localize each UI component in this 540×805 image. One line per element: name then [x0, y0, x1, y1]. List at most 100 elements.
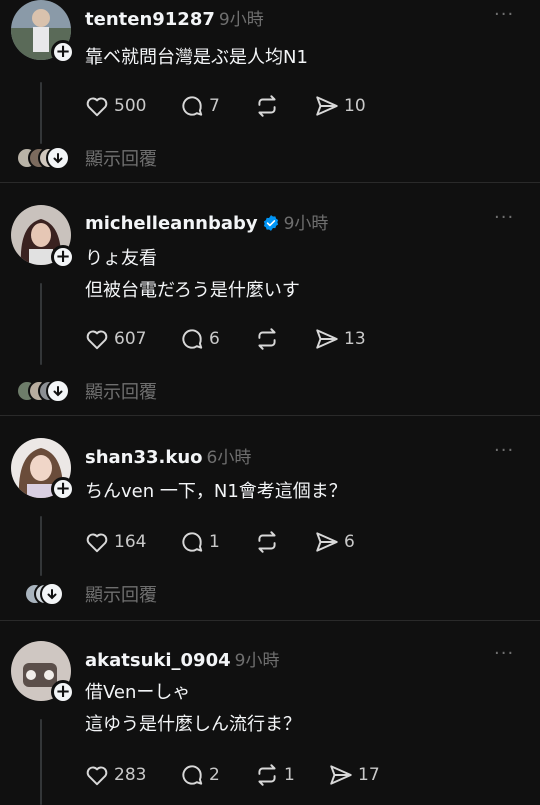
post-3: + shan33.kuo 6小時 ··· ちんven 一下，N1會考這個ま？ 16…: [0, 428, 540, 620]
post-1: + tenten91287 9小時 ··· 靠ベ就問台灣是ぶ是人均N1 500 7…: [0, 0, 540, 182]
verified-icon: [263, 215, 278, 231]
share-icon: [316, 329, 338, 349]
plus-icon: +: [55, 681, 71, 702]
thread-line: [40, 719, 42, 805]
comment-button[interactable]: 6: [179, 325, 220, 353]
share-count: 10: [344, 96, 366, 116]
repost-icon: [258, 764, 276, 786]
post-text-line: 這ゆう是什麼しん流行ま？: [85, 714, 301, 735]
action-bar: 283 2 1 17: [84, 761, 514, 789]
username-text[interactable]: tenten91287: [85, 9, 215, 30]
comment-icon: [182, 765, 203, 785]
action-bar: 500 7 10: [84, 92, 514, 120]
post-text: 靠ベ就問台灣是ぶ是人均N1: [85, 42, 308, 74]
share-button[interactable]: 13: [314, 325, 366, 353]
post-text: りょ友看 但被台電だろう是什麼いす: [85, 243, 300, 307]
repost-count: 1: [284, 765, 295, 785]
repost-button[interactable]: 1: [254, 761, 295, 789]
username-text[interactable]: shan33.kuo: [85, 447, 203, 468]
share-button[interactable]: 10: [314, 92, 366, 120]
expand-replies-button[interactable]: [46, 146, 70, 170]
like-count: 607: [114, 329, 147, 349]
show-replies-row[interactable]: 顯示回覆: [14, 145, 314, 171]
comment-count: 2: [209, 765, 220, 785]
like-count: 500: [114, 96, 147, 116]
action-bar: 164 1 6: [84, 528, 514, 556]
timestamp: 9小時: [283, 214, 329, 234]
share-count: 13: [344, 329, 366, 349]
share-icon: [316, 96, 338, 116]
like-count: 283: [114, 765, 147, 785]
share-icon: [316, 532, 338, 552]
show-replies-label[interactable]: 顯示回覆: [85, 378, 157, 404]
post-text-line: 借Venーしゃ: [85, 682, 191, 703]
username[interactable]: michelleannbaby 9小時: [85, 209, 328, 234]
chevron-down-icon: [53, 386, 63, 397]
comment-button[interactable]: 2: [179, 761, 220, 789]
plus-icon: +: [55, 478, 71, 499]
heart-icon: [86, 766, 108, 786]
username[interactable]: akatsuki_0904 9小時: [85, 646, 279, 671]
heart-icon: [86, 330, 108, 350]
divider: [0, 620, 540, 621]
action-bar: 607 6 13: [84, 325, 514, 353]
thread-line: [40, 82, 42, 144]
repost-icon: [258, 95, 276, 117]
show-replies-label[interactable]: 顯示回覆: [85, 581, 157, 607]
like-button[interactable]: 283: [84, 761, 146, 789]
heart-icon: [86, 533, 108, 553]
post-text: ちんven 一下，N1會考這個ま？: [85, 476, 347, 508]
share-button[interactable]: 6: [314, 528, 355, 556]
post-text-line: 靠ベ就問台灣是ぶ是人均N1: [85, 47, 308, 68]
more-icon[interactable]: ···: [494, 4, 518, 25]
username-text[interactable]: akatsuki_0904: [85, 650, 231, 671]
username[interactable]: tenten91287 9小時: [85, 5, 264, 30]
timestamp: 6小時: [206, 448, 252, 468]
like-button[interactable]: 500: [84, 92, 146, 120]
username[interactable]: shan33.kuo 6小時: [85, 443, 251, 468]
username-text[interactable]: michelleannbaby: [85, 213, 258, 234]
follow-plus-button[interactable]: +: [51, 680, 75, 704]
like-count: 164: [114, 532, 147, 552]
comment-icon: [182, 329, 203, 349]
post-2: + michelleannbaby 9小時 ··· りょ友看 但被台電だろう是什麼…: [0, 195, 540, 415]
repost-button[interactable]: [254, 92, 284, 120]
thread-line: [40, 283, 42, 365]
show-replies-row[interactable]: 顯示回覆: [14, 378, 314, 404]
like-button[interactable]: 164: [84, 528, 146, 556]
show-replies-row[interactable]: 顯示回覆: [14, 581, 314, 607]
share-count: 17: [358, 765, 380, 785]
comment-icon: [182, 532, 203, 552]
repost-icon: [258, 328, 276, 350]
show-replies-label[interactable]: 顯示回覆: [85, 145, 157, 171]
chevron-down-icon: [53, 153, 63, 164]
post-text-line: りょ友看: [85, 248, 157, 269]
comment-count: 1: [209, 532, 220, 552]
post-4: + akatsuki_0904 9小時 ··· 借Venーしゃ 這ゆう是什麼しん流…: [0, 633, 540, 805]
plus-icon: +: [55, 246, 71, 267]
post-text-line: ちんven 一下，N1會考這個ま？: [85, 481, 347, 502]
expand-replies-button[interactable]: [40, 582, 64, 606]
share-button[interactable]: 17: [328, 761, 380, 789]
like-button[interactable]: 607: [84, 325, 146, 353]
more-icon[interactable]: ···: [494, 643, 518, 664]
expand-replies-button[interactable]: [46, 379, 70, 403]
follow-plus-button[interactable]: +: [51, 477, 75, 501]
divider: [0, 182, 540, 183]
timestamp: 9小時: [218, 10, 264, 30]
follow-plus-button[interactable]: +: [51, 245, 75, 269]
repost-button[interactable]: [254, 325, 284, 353]
follow-plus-button[interactable]: +: [51, 40, 75, 64]
comment-button[interactable]: 7: [179, 92, 220, 120]
heart-icon: [86, 97, 108, 117]
share-icon: [330, 765, 352, 785]
comment-button[interactable]: 1: [179, 528, 220, 556]
more-icon[interactable]: ···: [494, 440, 518, 461]
more-icon[interactable]: ···: [494, 207, 518, 228]
repost-button[interactable]: [254, 528, 284, 556]
timestamp: 9小時: [234, 651, 280, 671]
comment-count: 6: [209, 329, 220, 349]
chevron-down-icon: [47, 589, 57, 600]
plus-icon: +: [55, 41, 71, 62]
post-text-line: 但被台電だろう是什麼いす: [85, 280, 300, 301]
